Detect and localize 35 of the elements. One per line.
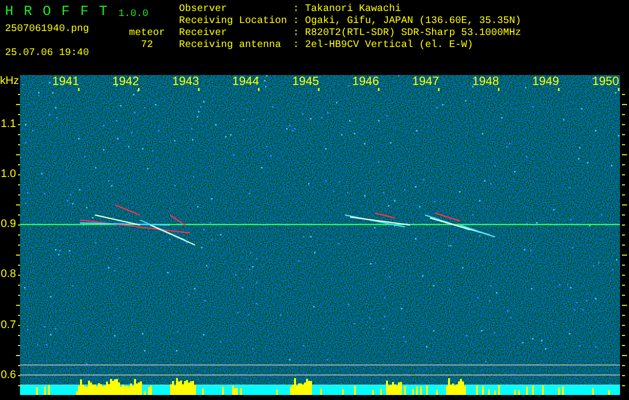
time-label: 1942 (111, 74, 139, 88)
count-value: 72 (140, 40, 154, 53)
date-time: 25.07.06 19:40 (5, 48, 90, 60)
time-label: 1941 (51, 74, 79, 88)
colon-separator: : (293, 28, 300, 40)
info-label: Receiving Location (179, 16, 288, 28)
time-label: 1949 (531, 74, 559, 88)
app-title: H R O F F T (5, 4, 108, 20)
frequency-label: 0.8 (0, 267, 17, 282)
file-name: 2507061940.png (5, 24, 90, 37)
colon-separator: : (293, 4, 300, 16)
frequency-label: 0.7 (0, 318, 17, 333)
info-label: Receiving antenna (179, 40, 282, 52)
info-label: Receiver (179, 28, 228, 40)
count-label: meteor (128, 28, 166, 40)
frequency-label: 0.9 (0, 217, 17, 232)
time-label: 1944 (231, 74, 259, 88)
time-label: 1943 (171, 74, 199, 88)
info-value: Takanori Kawachi (305, 4, 402, 16)
time-label: 1946 (351, 74, 379, 88)
app-version: 1.0.0 (118, 9, 148, 20)
colon-separator: : (293, 40, 300, 52)
info-label: Observer (179, 4, 228, 16)
frequency-label: 1.1 (0, 116, 17, 132)
time-label: 1950 (591, 74, 619, 88)
info-value: 2el-HB9CV Vertical (el. E-W) (305, 40, 474, 52)
unit-label: kHz (0, 74, 19, 89)
info-value: R820T2(RTL-SDR) SDR-Sharp 53.1000MHz (305, 28, 522, 40)
time-label: 1948 (471, 74, 499, 88)
frequency-label: 1.0 (0, 167, 17, 182)
colon-separator: : (293, 16, 300, 28)
time-label: 1947 (411, 74, 439, 88)
time-label: 1945 (291, 74, 319, 88)
info-value: Ogaki, Gifu, JAPAN (136.60E, 35.35N) (305, 16, 522, 28)
frequency-label: 0.6 (0, 368, 17, 383)
